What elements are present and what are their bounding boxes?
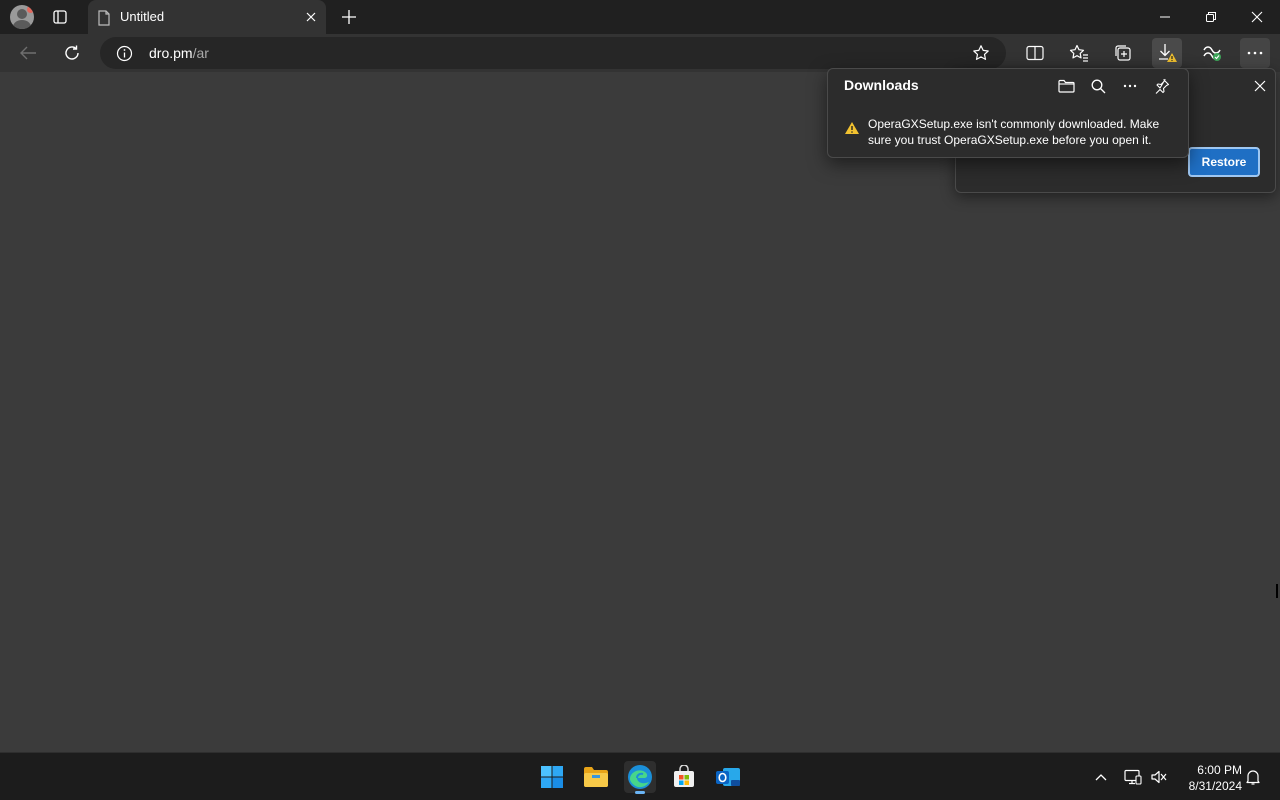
tab-title: Untitled bbox=[120, 9, 165, 24]
back-arrow-icon bbox=[20, 46, 36, 60]
url-host: dro.pm bbox=[149, 45, 193, 61]
favorites-icon bbox=[1069, 44, 1088, 62]
windows-start-icon[interactable] bbox=[536, 761, 568, 793]
download-icon bbox=[1159, 44, 1177, 62]
minimize-icon bbox=[1160, 16, 1170, 18]
copilot-icon bbox=[1203, 46, 1221, 61]
refresh-button[interactable] bbox=[57, 38, 87, 68]
downloads-title: Downloads bbox=[844, 77, 919, 93]
system-clock[interactable]: 6:00 PM 8/31/2024 bbox=[1176, 762, 1242, 794]
split-screen-button[interactable] bbox=[1020, 38, 1050, 68]
plus-icon bbox=[342, 10, 356, 24]
close-window-button[interactable] bbox=[1244, 6, 1270, 28]
bell-icon[interactable] bbox=[1243, 767, 1263, 787]
pin-icon[interactable] bbox=[1151, 75, 1173, 97]
download-warning-message: OperaGXSetup.exe isn't commonly download… bbox=[868, 117, 1160, 147]
close-icon[interactable] bbox=[302, 8, 320, 26]
outlook-icon[interactable] bbox=[712, 761, 744, 793]
downloads-panel: Downloads OperaGXSetup.exe isn't commonl… bbox=[827, 68, 1189, 158]
address-bar[interactable]: dro.pm/ar bbox=[100, 37, 1006, 69]
edge-icon[interactable] bbox=[624, 761, 656, 794]
page-icon bbox=[97, 10, 111, 26]
search-icon[interactable] bbox=[1087, 75, 1109, 97]
clock-time: 6:00 PM bbox=[1197, 763, 1242, 777]
tab-actions-icon[interactable] bbox=[48, 6, 72, 28]
minimize-button[interactable] bbox=[1152, 6, 1178, 28]
collections-button[interactable] bbox=[1108, 38, 1138, 68]
back-button[interactable] bbox=[13, 38, 43, 68]
clock-date: 8/31/2024 bbox=[1188, 779, 1242, 793]
store-icon[interactable] bbox=[668, 761, 700, 793]
favorites-button[interactable] bbox=[1064, 38, 1094, 68]
collections-icon bbox=[1115, 45, 1131, 61]
taskbar: 6:00 PM 8/31/2024 bbox=[0, 752, 1280, 800]
close-icon[interactable] bbox=[1250, 76, 1270, 96]
warning-icon bbox=[844, 121, 860, 135]
restore-window-button[interactable] bbox=[1198, 6, 1224, 28]
url-path: /ar bbox=[192, 45, 209, 61]
restore-icon bbox=[1206, 12, 1216, 22]
info-icon[interactable] bbox=[116, 45, 133, 62]
close-icon bbox=[1251, 11, 1263, 23]
more-button[interactable] bbox=[1240, 38, 1270, 68]
volume-icon[interactable] bbox=[1149, 767, 1169, 787]
folder-icon[interactable] bbox=[1055, 75, 1077, 97]
chevron-up-icon[interactable] bbox=[1091, 767, 1111, 787]
split-screen-icon bbox=[1026, 45, 1044, 61]
toolbar: dro.pm/ar bbox=[0, 34, 1280, 72]
downloads-button[interactable] bbox=[1152, 38, 1182, 68]
copilot-button[interactable] bbox=[1197, 38, 1227, 68]
more-icon bbox=[1247, 51, 1263, 55]
title-bar: Untitled bbox=[0, 0, 1280, 34]
network-icon[interactable] bbox=[1123, 767, 1143, 787]
mouse-cursor bbox=[1276, 584, 1280, 598]
new-tab-button[interactable] bbox=[338, 6, 360, 28]
refresh-icon bbox=[65, 45, 79, 60]
restore-button[interactable]: Restore bbox=[1188, 147, 1260, 177]
file-explorer-icon[interactable] bbox=[580, 761, 612, 793]
profile-avatar[interactable] bbox=[10, 5, 34, 29]
star-icon[interactable] bbox=[972, 44, 990, 62]
browser-tab[interactable]: Untitled bbox=[88, 0, 326, 34]
url-text[interactable]: dro.pm/ar bbox=[149, 45, 209, 61]
more-icon[interactable] bbox=[1119, 75, 1141, 97]
